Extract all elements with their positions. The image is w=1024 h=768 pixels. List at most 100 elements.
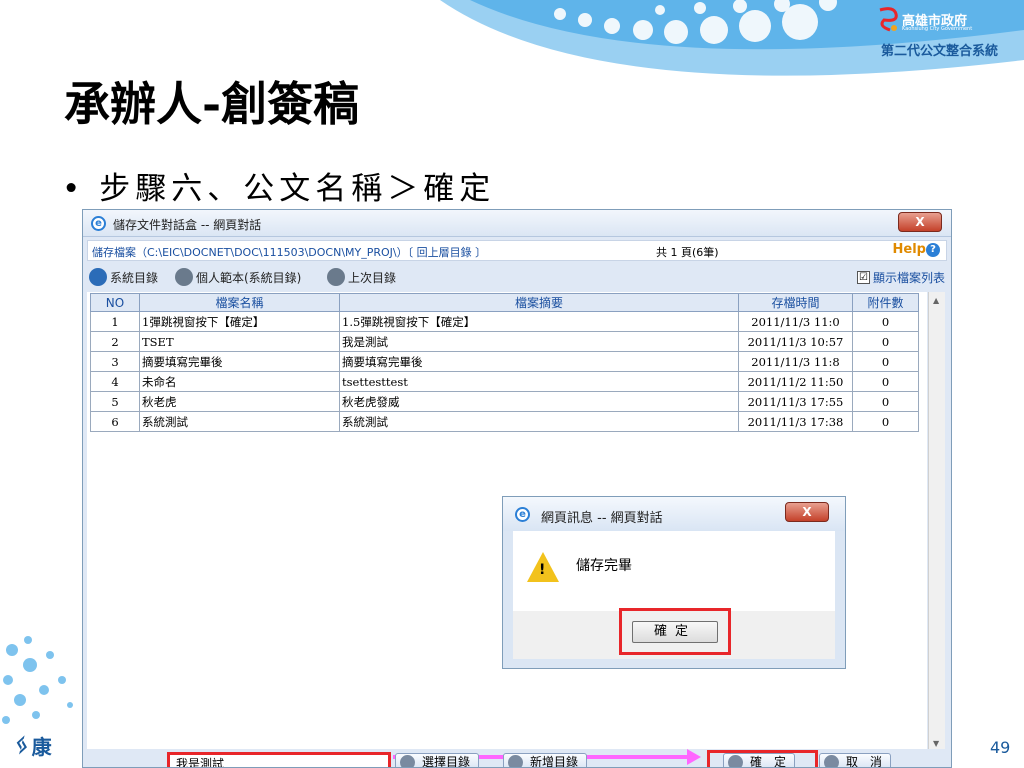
ok-button[interactable]: 確 定 (723, 753, 796, 768)
cell-name[interactable]: 未命名 (139, 371, 340, 392)
scroll-down-icon[interactable]: ▼ (933, 739, 939, 748)
show-list-label: 顯示檔案列表 (872, 271, 945, 285)
dialog-bottom-bar: 我是測試 選擇目錄 新增目錄 確 定 取 消 (83, 749, 951, 768)
select-dir-label: 選擇目錄 (422, 755, 471, 768)
cell-summary: 我是測試 (339, 331, 739, 352)
cancel-icon (824, 755, 839, 767)
cell-attachments: 0 (852, 331, 919, 352)
cell-summary: 系統測試 (339, 411, 739, 432)
scroll-up-icon[interactable]: ▲ (933, 296, 939, 305)
col-header-attachments[interactable]: 附件數 (852, 293, 919, 312)
vertical-scrollbar[interactable]: ▲ ▼ (928, 292, 945, 752)
prev-dir-label: 上次目錄 (348, 270, 397, 285)
filename-input[interactable]: 我是測試 (167, 752, 391, 767)
logo: 高雄市政府 Kaohsiung City Government 第二代公文整合系… (862, 6, 1017, 62)
table-row[interactable]: 6 系統測試 系統測試 2011/11/3 17:38 0 (90, 411, 919, 432)
cell-summary: 摘要填寫完畢後 (339, 351, 739, 372)
cell-summary: 1.5彈跳視窗按下【確定】 (339, 311, 739, 332)
ok-icon (728, 755, 743, 767)
help-link[interactable]: Help? (893, 242, 940, 257)
footer-logo: ᛃ 康 (12, 730, 52, 760)
path-bar: 儲存檔案（C:\EIC\DOCNET\DOC\111503\DOCN\MY_PR… (87, 240, 947, 261)
bullet-point: • 步驟六、公文名稱＞確定 (62, 163, 495, 208)
cell-no: 5 (90, 391, 140, 412)
cell-attachments: 0 (852, 351, 919, 372)
new-dir-icon (508, 755, 523, 767)
logo-system-name: 第二代公文整合系統 (880, 44, 998, 59)
dialog-title: 儲存文件對話盒 -- 網頁對話 (113, 218, 262, 232)
bullet-text: 步驟六、公文名稱＞確定 (99, 171, 496, 207)
select-dir-icon (400, 755, 415, 767)
ie-icon: e (91, 216, 106, 231)
cancel-button[interactable]: 取 消 (819, 753, 892, 768)
ie-icon: e (515, 507, 530, 522)
warning-mark: ! (539, 562, 546, 578)
new-dir-label: 新增目錄 (530, 755, 579, 768)
cancel-label: 取 消 (846, 755, 883, 768)
company-logo-icon: ᛃ (12, 730, 28, 760)
cell-time: 2011/11/3 17:55 (738, 391, 853, 412)
table-row[interactable]: 2 TSET 我是測試 2011/11/3 10:57 0 (90, 331, 919, 352)
system-dir-button[interactable]: 系統目錄 (89, 268, 158, 286)
prev-dir-button[interactable]: 上次目錄 (327, 268, 396, 286)
new-dir-button[interactable]: 新增目錄 (503, 753, 588, 768)
computer-icon (89, 268, 107, 286)
col-header-name[interactable]: 檔案名稱 (139, 293, 340, 312)
cell-time: 2011/11/3 17:38 (738, 411, 853, 432)
folder-icon (327, 268, 345, 286)
cell-attachments: 0 (852, 411, 919, 432)
message-body: ! 儲存完畢 (513, 531, 835, 611)
table-header: NO 檔案名稱 檔案摘要 存檔時間 附件數 (90, 293, 919, 312)
cell-no: 3 (90, 351, 140, 372)
message-ok-button[interactable]: 確定 (632, 621, 718, 643)
cell-no: 2 (90, 331, 140, 352)
show-file-list-toggle[interactable]: ☑ 顯示檔案列表 (856, 269, 945, 286)
dialog-titlebar: e 儲存文件對話盒 -- 網頁對話 X (83, 210, 951, 237)
page-info: 共 1 頁(6筆) (656, 246, 719, 259)
message-titlebar: e 網頁訊息 -- 網頁對話 X (503, 497, 845, 531)
cell-summary: 秋老虎發威 (339, 391, 739, 412)
cell-name[interactable]: 摘要填寫完畢後 (139, 351, 340, 372)
cell-time: 2011/11/3 11:8 (738, 351, 853, 372)
message-dialog: e 網頁訊息 -- 網頁對話 X ! 儲存完畢 確定 (502, 496, 846, 669)
page-number: 49 (990, 738, 1011, 757)
city-logo-icon (879, 7, 898, 32)
person-icon (175, 268, 193, 286)
cell-name[interactable]: 1彈跳視窗按下【確定】 (139, 311, 340, 332)
dialog-toolbar: 系統目錄 個人範本(系統目錄) 上次目錄 ☑ 顯示檔案列表 (87, 265, 947, 290)
cell-name[interactable]: 秋老虎 (139, 391, 340, 412)
cell-no: 6 (90, 411, 140, 432)
logo-english: Kaohsiung City Government (902, 26, 973, 32)
cell-no: 1 (90, 311, 140, 332)
cell-summary: tsettesttest (339, 371, 739, 392)
slide-title: 承辦人-創簽稿 (64, 77, 360, 131)
slide: 高雄市政府 Kaohsiung City Government 第二代公文整合系… (0, 0, 1024, 768)
dialog-close-button[interactable]: X (898, 212, 942, 232)
bullet-dot: • (62, 171, 86, 207)
file-table: NO 檔案名稱 檔案摘要 存檔時間 附件數 1 1彈跳視窗按下【確定】 1.5彈… (90, 293, 919, 432)
cell-attachments: 0 (852, 391, 919, 412)
cell-attachments: 0 (852, 371, 919, 392)
save-path[interactable]: 儲存檔案（C:\EIC\DOCNET\DOC\111503\DOCN\MY_PR… (92, 244, 486, 260)
personal-template-button[interactable]: 個人範本(系統目錄) (175, 268, 301, 286)
col-header-summary[interactable]: 檔案摘要 (339, 293, 739, 312)
ok-label: 確 定 (750, 755, 787, 768)
col-header-no[interactable]: NO (90, 293, 140, 312)
table-row[interactable]: 5 秋老虎 秋老虎發威 2011/11/3 17:55 0 (90, 391, 919, 412)
cell-time: 2011/11/3 11:0 (738, 311, 853, 332)
cell-name[interactable]: TSET (139, 331, 340, 352)
message-close-button[interactable]: X (785, 502, 829, 522)
help-label: Help (892, 242, 926, 257)
message-text: 儲存完畢 (576, 558, 632, 574)
arrow-head-icon (687, 749, 701, 765)
col-header-time[interactable]: 存檔時間 (738, 293, 853, 312)
table-row[interactable]: 3 摘要填寫完畢後 摘要填寫完畢後 2011/11/3 11:8 0 (90, 351, 919, 372)
show-list-checkbox[interactable]: ☑ (856, 271, 870, 284)
cell-name[interactable]: 系統測試 (139, 411, 340, 432)
cell-time: 2011/11/2 11:50 (738, 371, 853, 392)
footer-company: 康 (31, 734, 52, 759)
table-row[interactable]: 1 1彈跳視窗按下【確定】 1.5彈跳視窗按下【確定】 2011/11/3 11… (90, 311, 919, 332)
message-footer: 確定 (513, 608, 835, 659)
table-row[interactable]: 4 未命名 tsettesttest 2011/11/2 11:50 0 (90, 371, 919, 392)
select-dir-button[interactable]: 選擇目錄 (395, 753, 480, 768)
